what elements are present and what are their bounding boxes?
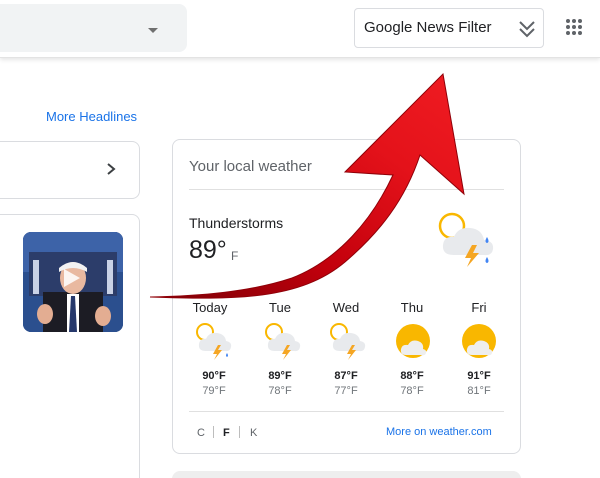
current-condition: Thunderstorms — [189, 215, 284, 231]
current-temperature-unit: F — [231, 249, 239, 263]
weather-card — [172, 139, 521, 454]
forecast-day-name: Wed — [332, 300, 360, 315]
forecast-day-name: Fri — [471, 300, 487, 315]
divider — [189, 189, 504, 190]
unit-fahrenheit-selected[interactable]: F — [223, 427, 230, 439]
forecast-low: 78°F — [268, 385, 292, 397]
unit-celsius[interactable]: C — [197, 427, 205, 439]
thunderstorm-icon — [438, 212, 494, 267]
forecast-high: 91°F — [467, 370, 491, 382]
chevron-double-down-icon — [519, 21, 535, 38]
forecast-low: 81°F — [467, 385, 491, 397]
thunderstorm-icon — [330, 323, 366, 360]
press-briefing-image — [23, 232, 123, 332]
forecast-day-name: Tue — [269, 300, 291, 315]
top-bar: Google News Filter — [0, 0, 600, 58]
partly-sunny-icon — [396, 324, 430, 358]
forecast-low: 79°F — [202, 385, 226, 397]
extension-button-label: Google News Filter — [364, 19, 492, 36]
more-on-weather-link[interactable]: More on weather.com — [386, 426, 492, 438]
forecast-high: 90°F — [202, 370, 226, 382]
forecast-low: 77°F — [334, 385, 358, 397]
thunderstorm-icon — [196, 323, 232, 360]
forecast-high: 87°F — [334, 370, 358, 382]
thunderstorm-icon — [265, 323, 301, 360]
unit-kelvin[interactable]: K — [250, 427, 257, 439]
headline-card[interactable] — [0, 141, 140, 199]
forecast-day-name: Today — [192, 300, 228, 315]
unit-separator — [239, 426, 240, 438]
forecast-high: 88°F — [400, 370, 424, 382]
search-dropdown-caret-icon[interactable] — [148, 28, 158, 33]
apps-grid-icon[interactable] — [566, 19, 582, 35]
forecast-high: 89°F — [268, 370, 292, 382]
forecast-low: 78°F — [400, 385, 424, 397]
current-temperature: 89° — [189, 236, 227, 264]
forecast-day-name: Thu — [400, 300, 424, 315]
google-news-filter-button[interactable]: Google News Filter — [354, 8, 544, 48]
divider — [189, 411, 504, 412]
video-thumbnail[interactable] — [23, 232, 123, 332]
partly-sunny-icon — [462, 324, 496, 358]
more-headlines-link[interactable]: More Headlines — [46, 109, 137, 124]
next-card — [172, 471, 521, 478]
weather-card-title: Your local weather — [189, 158, 312, 175]
unit-separator — [213, 426, 214, 438]
chevron-right-icon[interactable] — [106, 162, 116, 176]
search-box[interactable] — [0, 4, 187, 52]
